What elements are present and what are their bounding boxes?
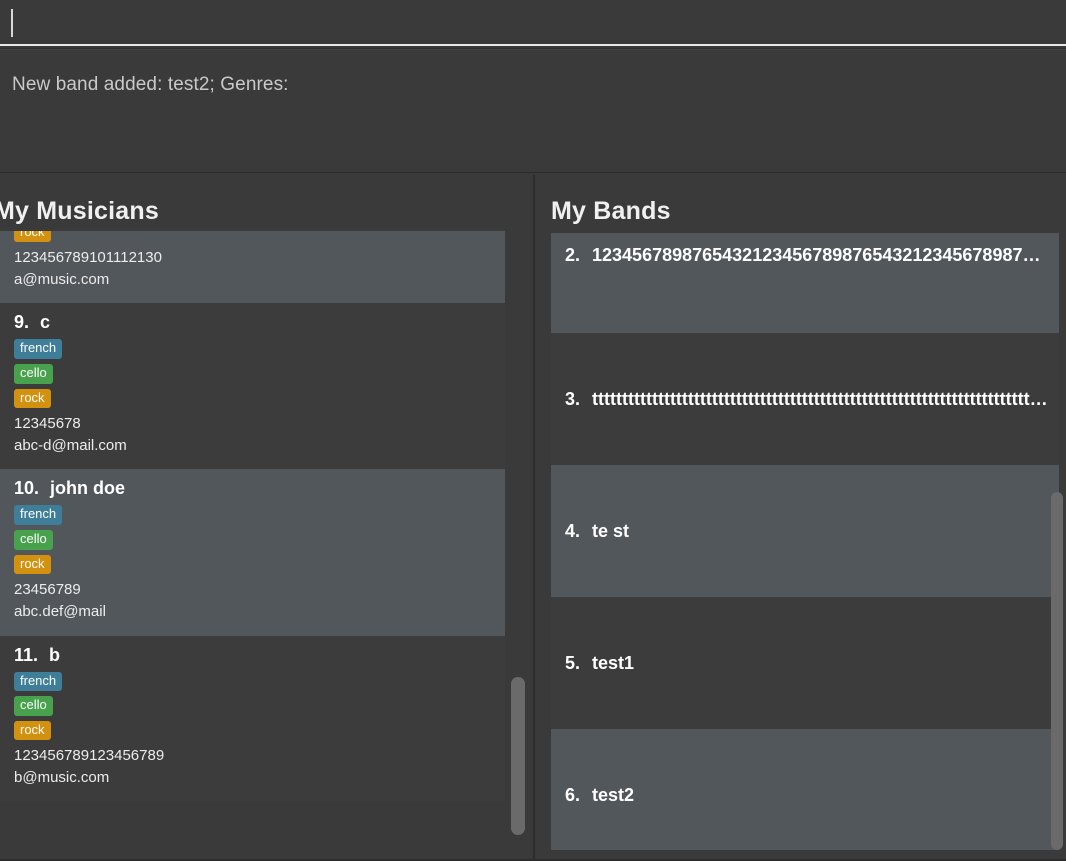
musician-card[interactable]: 10. john doe french cello rock 23456789abc.de… [0, 469, 505, 635]
bands-list[interactable]: 2. 12345678987654321234567898765432123456… [551, 233, 1059, 850]
app-window: New band added: test2; Genres: My Musici… [0, 0, 1066, 861]
musician-genre-row: cello [14, 364, 491, 384]
genre-badge: french [14, 672, 62, 692]
musician-email: abc.def@mail [14, 601, 491, 623]
musician-phone: 123456789101112130 [14, 247, 491, 269]
musician-genre-row: rock [14, 555, 491, 575]
musician-genre-row: french [14, 339, 491, 359]
status-message-panel: New band added: test2; Genres: [0, 48, 1066, 173]
musician-card[interactable]: 11. b french cello rock 123456789123456789b@m… [0, 636, 505, 802]
lists-container: My Musicians cello rock 123456789101112130… [0, 175, 1066, 861]
musician-name-row: 9. c [14, 312, 491, 333]
band-card[interactable]: 2. 12345678987654321234567898765432123456… [551, 233, 1059, 333]
band-name: tttttttttttttttttttttttttttttttttttttttt… [592, 389, 1049, 410]
musician-index: 11. [14, 645, 38, 665]
band-index: 2. [565, 245, 580, 266]
musician-name: c [40, 312, 50, 332]
band-name: test1 [592, 653, 1049, 674]
band-card[interactable]: 3. tttttttttttttttttttttttttttttttttttttt… [551, 333, 1059, 465]
band-index: 3. [565, 389, 580, 410]
musicians-scrollbar[interactable] [505, 231, 533, 861]
genre-badge: rock [14, 721, 51, 741]
musician-genre-row: rock [14, 231, 491, 242]
genre-badge: french [14, 505, 62, 525]
band-name: te st [592, 521, 1049, 542]
musician-email: a@music.com [14, 269, 491, 291]
musician-index: 10. [14, 478, 39, 498]
musician-card[interactable]: cellorock123456789101112130a@music.com [0, 231, 505, 303]
musician-phone: 23456789 [14, 579, 491, 601]
bands-scrollbar-thumb[interactable] [1051, 492, 1063, 850]
musician-name-row: 11. b [14, 645, 491, 666]
band-index: 4. [565, 521, 580, 542]
band-card[interactable]: 6. test2 [551, 729, 1059, 850]
bands-title: My Bands [551, 197, 671, 226]
musician-phone: 123456789123456789 [14, 745, 491, 767]
musician-name: b [49, 645, 60, 665]
musician-card[interactable]: 9. c french cello rock 12345678abc-d@mail.com [0, 303, 505, 469]
bands-scrollbar[interactable] [1050, 233, 1064, 850]
band-card[interactable]: 5. test1 [551, 597, 1059, 729]
band-index: 6. [565, 785, 580, 806]
band-name: test2 [592, 785, 1049, 806]
musician-genre-row: french [14, 505, 491, 525]
musician-genre-row: rock [14, 389, 491, 409]
musician-genre-row: cello [14, 696, 491, 716]
musician-email: b@music.com [14, 767, 491, 789]
musician-genre-row: cello [14, 530, 491, 550]
genre-badge: rock [14, 231, 51, 242]
musician-name-row: 10. john doe [14, 478, 491, 499]
musician-email: abc-d@mail.com [14, 435, 491, 457]
musician-genre-row: french [14, 672, 491, 692]
genre-badge: french [14, 339, 62, 359]
band-card[interactable]: 4. te st [551, 465, 1059, 597]
genre-badge: rock [14, 389, 51, 409]
genre-badge: cello [14, 364, 53, 384]
musician-name: john doe [50, 478, 125, 498]
musicians-scrollbar-thumb[interactable] [511, 677, 525, 835]
musicians-panel: My Musicians cello rock 123456789101112130… [0, 175, 533, 861]
status-message-text: New band added: test2; Genres: [12, 74, 289, 96]
genre-badge: rock [14, 555, 51, 575]
band-index: 5. [565, 653, 580, 674]
bands-panel: My Bands 2. 12345678987654321234567898765… [533, 175, 1066, 861]
musician-phone: 12345678 [14, 413, 491, 435]
band-name-input[interactable] [0, 0, 1066, 46]
musician-genre-row: rock [14, 721, 491, 741]
genre-badge: cello [14, 696, 53, 716]
musicians-title: My Musicians [0, 197, 159, 226]
musicians-list[interactable]: cello rock 123456789101112130a@music.com 9.… [0, 231, 505, 861]
genre-badge: cello [14, 530, 53, 550]
text-caret [11, 9, 13, 37]
band-name: 1234567898765432123456789876543212345678… [592, 245, 1049, 266]
musician-index: 9. [14, 312, 29, 332]
